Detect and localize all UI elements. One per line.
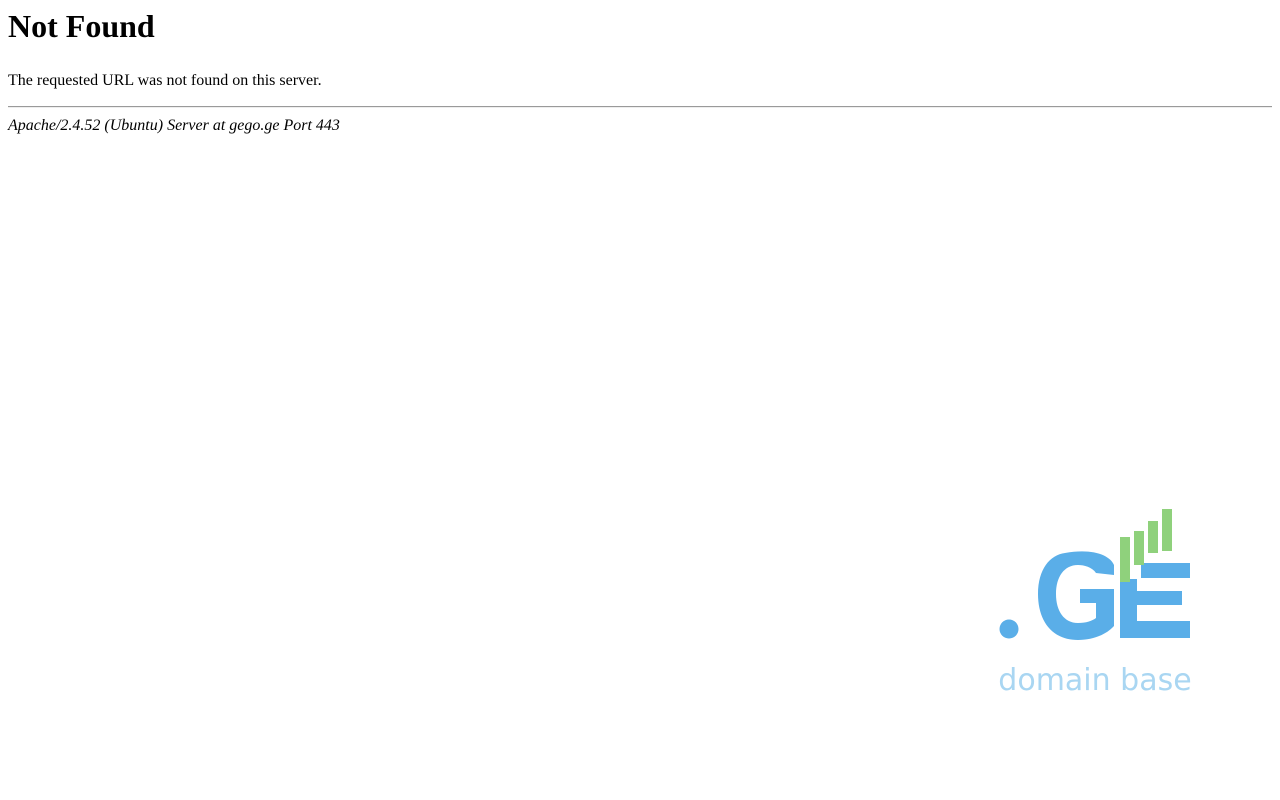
error-content: Not Found The requested URL was not foun…	[0, 0, 1280, 135]
page-title: Not Found	[8, 8, 155, 44]
logo-dot	[999, 619, 1019, 639]
divider	[8, 106, 1272, 108]
error-page: Not Found The requested URL was not foun…	[0, 0, 1280, 800]
error-message: The requested URL was not found on this …	[8, 72, 322, 89]
server-signature: Apache/2.4.52 (Ubuntu) Server at gego.ge…	[8, 117, 340, 134]
ge-domain-base-logo: domain base	[992, 505, 1198, 697]
logo-tagline: domain base	[998, 663, 1191, 697]
logo-letter-g	[1038, 551, 1114, 640]
logo-letter-e	[1120, 563, 1190, 638]
